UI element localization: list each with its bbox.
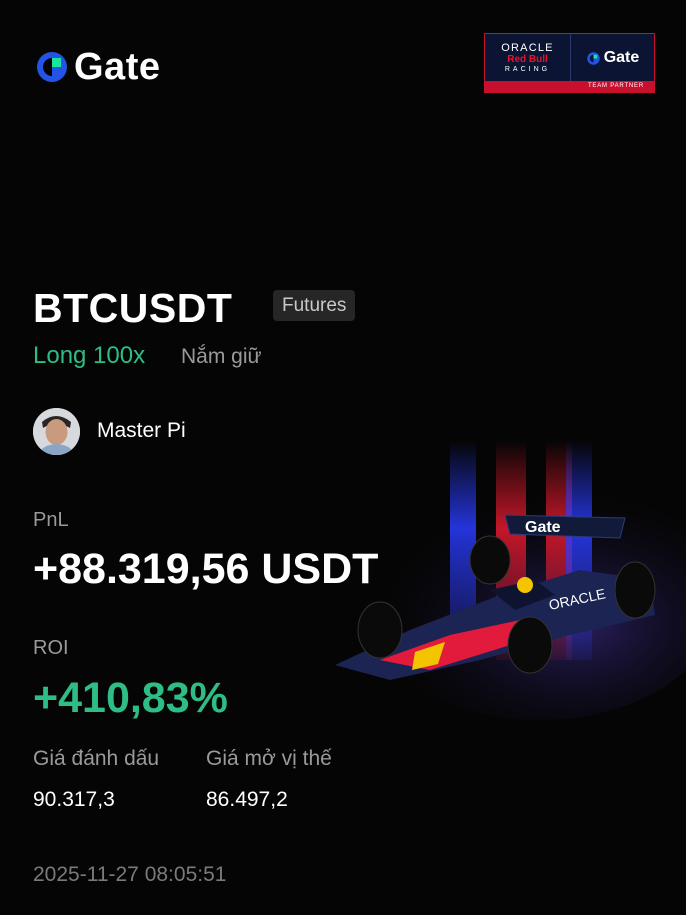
- avatar-icon: [33, 408, 80, 455]
- gate-logo-text: Gate: [74, 46, 161, 88]
- svg-text:Gate: Gate: [525, 519, 561, 536]
- gate-logo-icon: [586, 51, 600, 65]
- entry-price-value: 86.497,2: [206, 788, 288, 811]
- trading-pair: BTCUSDT: [33, 285, 233, 331]
- pnl-label: PnL: [33, 509, 69, 531]
- red-bull-racing-logo: ORACLE Red Bull RACING: [485, 34, 571, 82]
- team-partner-badge: ORACLE Red Bull RACING Gate TEAM PARTNER: [484, 33, 655, 93]
- market-type-badge: Futures: [273, 290, 356, 321]
- partner-gate-text: Gate: [603, 49, 640, 66]
- position-direction-leverage: Long 100x: [33, 342, 146, 369]
- roi-label: ROI: [33, 637, 69, 659]
- partner-oracle-text: ORACLE: [501, 42, 554, 54]
- position-status: Nắm giữ: [181, 345, 262, 368]
- user-name: Master Pi: [97, 419, 186, 442]
- mark-price-label: Giá đánh dấu: [33, 747, 160, 770]
- partner-racing-text: RACING: [504, 66, 551, 73]
- gate-logo-icon: [37, 52, 67, 82]
- entry-price-label: Giá mở vị thế: [206, 747, 332, 770]
- partner-redbull-text: Red Bull: [507, 54, 548, 65]
- timestamp: 2025-11-27 08:05:51: [33, 863, 227, 886]
- user-avatar: [33, 408, 80, 455]
- gate-logo: Gate: [34, 48, 160, 86]
- partner-footer: TEAM PARTNER: [485, 81, 654, 92]
- partner-gate-logo: Gate: [571, 49, 654, 67]
- pnl-value: +88.319,56 USDT: [33, 545, 379, 593]
- mark-price-value: 90.317,3: [33, 788, 115, 811]
- roi-value: +410,83%: [33, 674, 228, 722]
